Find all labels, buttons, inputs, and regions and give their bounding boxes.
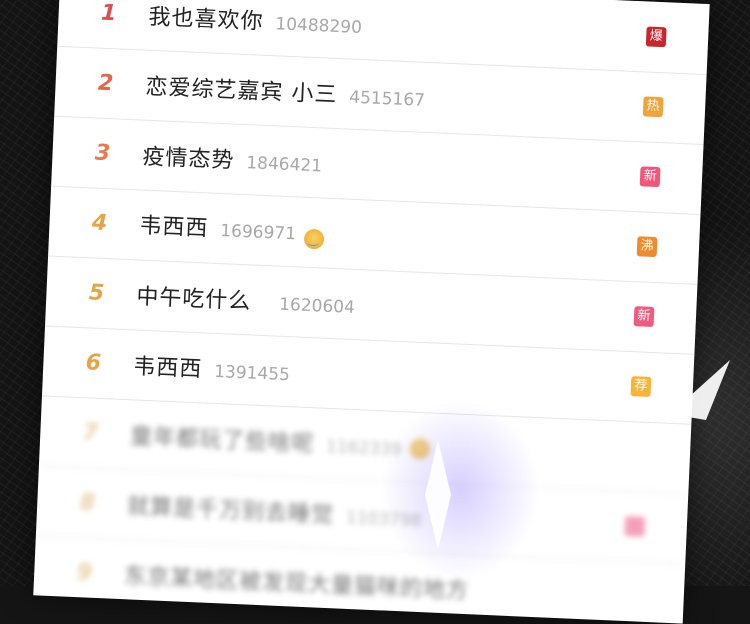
hot-count: 1162339 — [325, 436, 403, 461]
hot-count: 4515167 — [348, 87, 426, 111]
topic-title-text: 童年都玩了些啥呢 — [129, 424, 315, 458]
rank-number: 3 — [94, 140, 111, 166]
crying-emoji-icon: ‿ — [303, 228, 325, 250]
topic-title: 我也喜欢你 10488290 — [148, 0, 363, 40]
rank-number: 2 — [97, 70, 114, 96]
topic-title: 韦西西 1696971 ‿ — [139, 208, 325, 250]
topic-title: 童年都玩了些啥呢 1162339 — [130, 418, 431, 463]
rank-number: 5 — [88, 279, 105, 306]
topic-title: 韦西西 1391455 — [133, 348, 291, 387]
rank-number: 4 — [91, 209, 108, 236]
badge-new: 新 — [633, 306, 655, 328]
badge-explode: 爆 — [645, 26, 667, 48]
topic-title-text: 就算是千万别去睡觉 — [126, 494, 335, 529]
rank-number: 9 — [76, 559, 93, 586]
rank-number: 6 — [85, 349, 102, 376]
topic-title: 疫情态势 1846421 — [142, 139, 323, 179]
topic-title: 恋爱综艺嘉宾 小三 4515167 — [145, 69, 426, 113]
badge-blank — [624, 515, 646, 537]
badge-boiling: 沸 — [636, 236, 658, 258]
badge-new: 新 — [639, 166, 661, 188]
hot-count: 1620604 — [278, 294, 356, 318]
badge-recommend: 荐 — [630, 376, 652, 397]
rank-number: 1 — [100, 0, 117, 26]
badge-hot: 热 — [642, 96, 664, 118]
topic-title-text: 韦西西 — [132, 354, 203, 383]
topic-title-text: 我也喜欢你 — [148, 4, 265, 35]
hot-count: 1103798 — [345, 507, 423, 532]
hot-count: 10488290 — [274, 14, 363, 39]
topic-title-text: 疫情态势 — [141, 144, 235, 174]
topic-title: 中午吃什么 1620604 — [136, 278, 356, 320]
rank-number: 7 — [82, 419, 99, 446]
hot-count: 1846421 — [245, 153, 323, 177]
topic-title-text: 中午吃什么 — [135, 284, 252, 315]
rank-number: 8 — [79, 489, 96, 516]
topic-title-text: 韦西西 — [138, 213, 209, 242]
hot-count: 1391455 — [213, 361, 291, 386]
hot-count: 1696971 — [219, 221, 297, 245]
emoji-icon — [409, 438, 431, 460]
topic-title-text: 东京某地区被发现大量猫咪的地方 — [123, 564, 470, 605]
topic-title: 就算是千万别去睡觉 1103798 — [127, 488, 423, 533]
topic-title: 东京某地区被发现大量猫咪的地方 — [124, 558, 470, 605]
topic-title-text: 恋爱综艺嘉宾 小三 — [144, 74, 338, 109]
phone-screen: 1 我也喜欢你 10488290 爆 2 恋爱综艺嘉宾 小三 4515167 热 3… — [33, 0, 710, 624]
